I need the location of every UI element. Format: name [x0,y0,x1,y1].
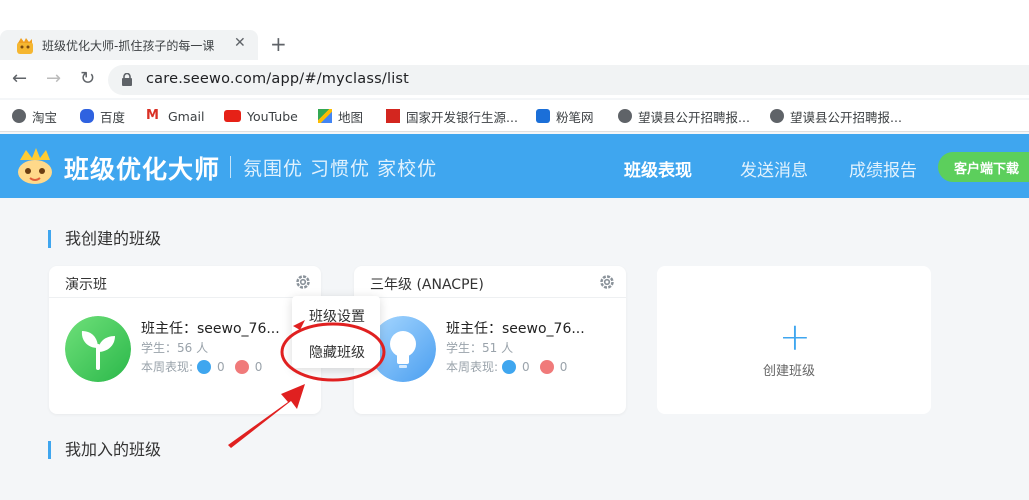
browser-tab-bar: 班级优化大师-抓住孩子的每一课 ✕ + [0,0,1029,64]
bank-icon [386,109,400,123]
good-count: 0 [217,359,225,374]
bookmark-gmail[interactable]: M Gmail [146,107,204,125]
class-card-header: 演示班 [49,266,321,298]
new-tab-button[interactable]: + [270,32,287,56]
student-count: 学生：51 人 [446,341,514,355]
lock-icon [122,73,132,86]
brand-slogan: 氛围优 习惯优 家校优 [243,158,438,180]
gmail-icon: M [146,108,159,123]
bookmark-fenbi[interactable]: 粉笔网 [536,107,594,125]
bookmark-youtube[interactable]: YouTube [224,107,298,125]
bad-count: 0 [559,359,568,374]
paw-icon [80,109,94,123]
class-card-header: 三年级 (ANACPE) [354,266,626,298]
browser-toolbar: ← → ↻ care.seewo.com/app/#/myclass/list [0,62,1029,98]
gear-icon[interactable] [599,274,615,290]
teacher-label: 班主任：seewo_76... [141,321,280,337]
section-title-joined: 我加入的班级 [48,441,161,459]
youtube-icon [224,110,241,122]
menu-item-hide-class[interactable]: 隐藏班级 [309,342,365,362]
bookmark-wangmo-2[interactable]: 望谟县公开招聘报... [770,107,902,125]
bad-count: 0 [254,359,263,374]
class-name: 三年级 (ANACPE) [370,277,484,293]
smile-face-icon [197,359,212,374]
bookmark-maps[interactable]: 地图 [318,107,363,125]
class-card[interactable]: 演示班 班主任：seewo_76... 学生：56 人 本周表现: 0 0 [49,266,321,414]
bookmark-taobao[interactable]: 淘宝 [12,107,57,125]
gear-icon[interactable] [295,274,311,290]
create-class-card[interactable]: + 创建班级 [657,266,931,414]
back-arrow-icon[interactable]: ← [12,68,27,89]
address-bar[interactable]: care.seewo.com/app/#/myclass/list [108,65,1029,95]
favicon-icon [17,38,33,54]
app-header: 班级优化大师 氛围优 习惯优 家校优 班级表现 发送消息 成绩报告 客户端下载 [0,134,1029,198]
section-title-created: 我创建的班级 [48,230,161,248]
sprout-avatar [65,316,131,382]
sad-face-icon [539,359,554,374]
url-text: care.seewo.com/app/#/myclass/list [146,71,410,87]
class-settings-menu: 班级设置 隐藏班级 [292,296,380,368]
logo-icon [18,148,52,184]
bookmarks-bar: 淘宝 百度 M Gmail YouTube 地图 国家开发银行生源... 粉笔网… [0,100,1029,132]
create-class-label: 创建班级 [763,364,816,379]
globe-icon [618,109,632,123]
weekly-performance: 本周表现: 0 0 [141,359,263,374]
class-name: 演示班 [65,277,107,293]
menu-item-class-settings[interactable]: 班级设置 [309,306,365,326]
browser-tab[interactable]: 班级优化大师-抓住孩子的每一课 ✕ [0,30,258,60]
client-download-button[interactable]: 客户端下载 [938,152,1029,182]
brand-name: 班级优化大师 [64,155,221,184]
nav-grade-report[interactable]: 成绩报告 [849,156,917,181]
teacher-label: 班主任：seewo_76... [446,321,585,337]
brand-divider [230,156,231,178]
smile-face-icon [502,359,517,374]
class-card[interactable]: 三年级 (ANACPE) 班主任：seewo_76... 学生：51 人 本周表… [354,266,626,414]
bookmark-wangmo-1[interactable]: 望谟县公开招聘报... [618,107,750,125]
map-icon [318,109,332,123]
tab-title: 班级优化大师-抓住孩子的每一课 [42,39,215,53]
globe-icon [12,109,26,123]
good-count: 0 [522,359,530,374]
bookmark-baidu[interactable]: 百度 [80,107,125,125]
forward-arrow-icon[interactable]: → [46,68,61,89]
plus-icon: + [779,315,811,359]
globe-icon [770,109,784,123]
sad-face-icon [234,359,249,374]
weekly-performance: 本周表现: 0 0 [446,359,568,374]
bookmark-cdb[interactable]: 国家开发银行生源... [386,107,518,125]
tab-close-icon[interactable]: ✕ [234,35,246,51]
reload-icon[interactable]: ↻ [80,68,95,89]
student-count: 学生：56 人 [141,341,209,355]
fenbi-icon [536,109,550,123]
nav-send-message[interactable]: 发送消息 [740,156,808,181]
nav-class-performance[interactable]: 班级表现 [624,156,692,181]
